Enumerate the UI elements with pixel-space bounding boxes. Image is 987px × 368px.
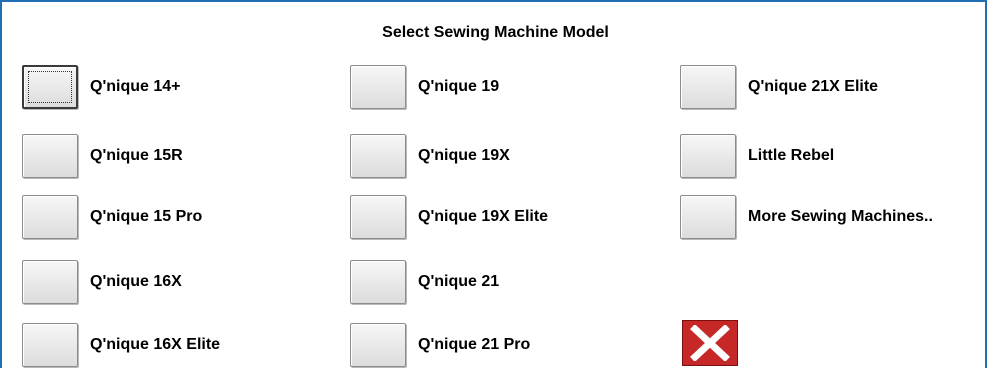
- model-option-qnique-21[interactable]: Q'nique 21: [350, 259, 499, 305]
- model-select-button[interactable]: [22, 65, 78, 109]
- dialog-frame: Select Sewing Machine Model Q'nique 14+ …: [0, 0, 987, 368]
- model-label: Q'nique 19: [418, 78, 500, 95]
- model-label: Q'nique 19X Elite: [418, 208, 549, 225]
- dialog-title: Select Sewing Machine Model: [382, 24, 609, 41]
- model-label: Q'nique 15 Pro: [90, 208, 203, 225]
- model-option-qnique-21-pro[interactable]: Q'nique 21 Pro: [350, 322, 530, 368]
- model-select-button[interactable]: [22, 323, 78, 367]
- model-option-qnique-21x-elite[interactable]: Q'nique 21X Elite: [680, 64, 878, 110]
- model-option-qnique-15-pro[interactable]: Q'nique 15 Pro: [22, 194, 202, 240]
- model-option-qnique-19x[interactable]: Q'nique 19X: [350, 133, 510, 179]
- model-select-button[interactable]: [22, 195, 78, 239]
- model-select-button[interactable]: [22, 134, 78, 178]
- model-select-button[interactable]: [22, 260, 78, 304]
- model-option-qnique-15r[interactable]: Q'nique 15R: [22, 133, 183, 179]
- model-option-little-rebel[interactable]: Little Rebel: [680, 133, 834, 179]
- more-sewing-machines-label: More Sewing Machines..: [748, 208, 933, 225]
- model-label: Q'nique 14+: [90, 78, 181, 95]
- model-option-qnique-19[interactable]: Q'nique 19: [350, 64, 499, 110]
- model-option-qnique-16x[interactable]: Q'nique 16X: [22, 259, 182, 305]
- model-label: Q'nique 16X Elite: [90, 336, 221, 353]
- model-select-button[interactable]: [350, 195, 406, 239]
- model-label: Q'nique 16X: [90, 273, 182, 290]
- model-option-qnique-19x-elite[interactable]: Q'nique 19X Elite: [350, 194, 548, 240]
- model-select-button[interactable]: [350, 65, 406, 109]
- model-label: Little Rebel: [748, 147, 835, 164]
- model-label: Q'nique 21 Pro: [418, 336, 531, 353]
- more-sewing-machines-option[interactable]: More Sewing Machines..: [680, 194, 933, 240]
- model-label: Q'nique 21X Elite: [748, 78, 879, 95]
- close-x-icon: [690, 325, 730, 361]
- model-select-button[interactable]: [350, 134, 406, 178]
- model-select-button[interactable]: [680, 65, 736, 109]
- close-button[interactable]: [682, 320, 738, 366]
- model-label: Q'nique 19X: [418, 147, 510, 164]
- model-select-button[interactable]: [350, 260, 406, 304]
- model-option-qnique-14plus[interactable]: Q'nique 14+: [22, 64, 181, 110]
- model-label: Q'nique 21: [418, 273, 500, 290]
- model-label: Q'nique 15R: [90, 147, 183, 164]
- model-select-button[interactable]: [350, 323, 406, 367]
- model-select-button[interactable]: [680, 134, 736, 178]
- model-option-qnique-16x-elite[interactable]: Q'nique 16X Elite: [22, 322, 220, 368]
- more-sewing-machines-button[interactable]: [680, 195, 736, 239]
